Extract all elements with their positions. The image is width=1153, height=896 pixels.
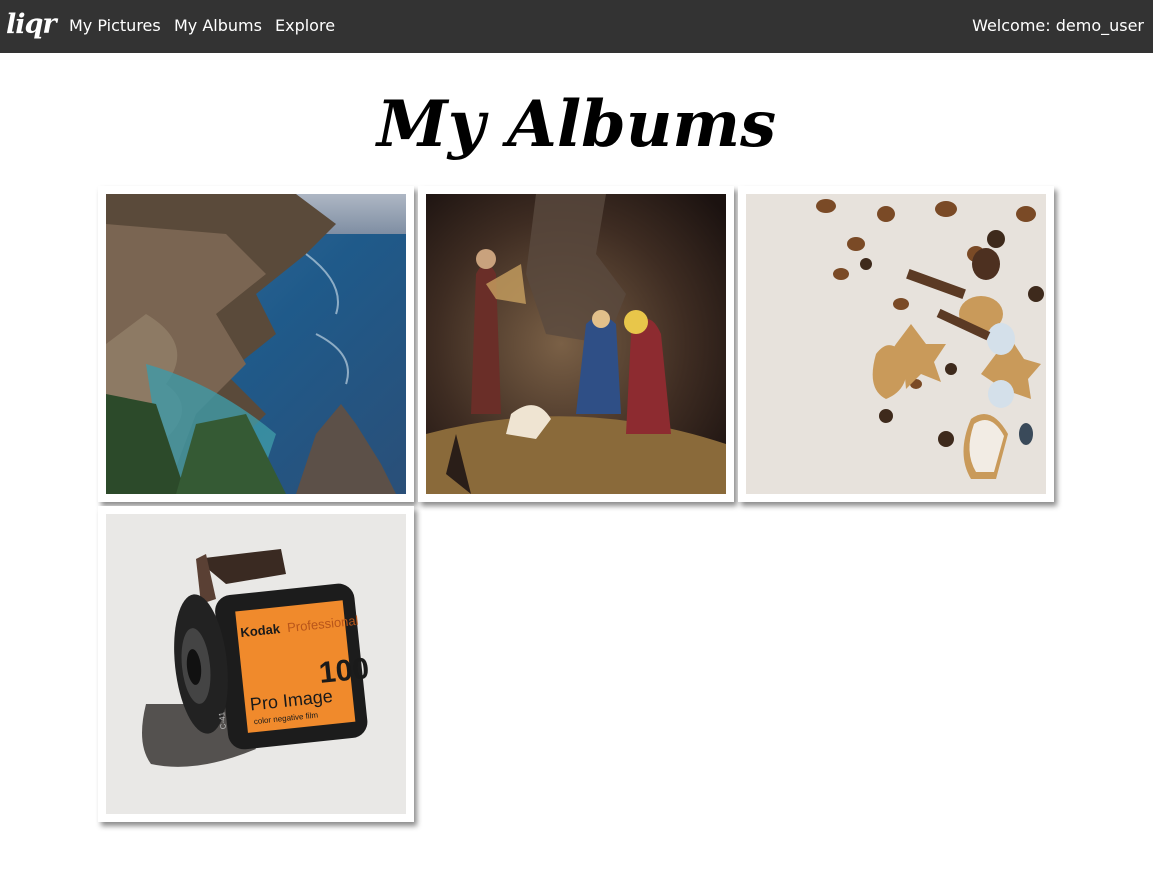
- album-thumbnail-cookies: [746, 194, 1046, 494]
- welcome-user-text: Welcome: demo_user: [972, 16, 1144, 35]
- album-card-film[interactable]: Kodak Professional Pro Image 100 color n…: [98, 506, 414, 822]
- nav-explore[interactable]: Explore: [275, 16, 335, 36]
- top-navbar: liqr My Pictures My Albums Explore Welco…: [0, 0, 1153, 53]
- nav-my-albums[interactable]: My Albums: [174, 16, 262, 36]
- brand-logo[interactable]: liqr: [6, 7, 57, 43]
- album-card-coastline[interactable]: [98, 186, 414, 502]
- album-card-cookies[interactable]: [738, 186, 1054, 502]
- album-thumbnail-film: Kodak Professional Pro Image 100 color n…: [106, 514, 406, 814]
- page-title: My Albums: [376, 87, 777, 162]
- album-thumbnail-nativity: [426, 194, 726, 494]
- film-code-text: C-41: [217, 711, 228, 730]
- album-thumbnail-coastline: [106, 194, 406, 494]
- film-speed-text: 100: [317, 652, 370, 690]
- album-card-nativity[interactable]: [418, 186, 734, 502]
- nav-my-pictures[interactable]: My Pictures: [69, 16, 161, 36]
